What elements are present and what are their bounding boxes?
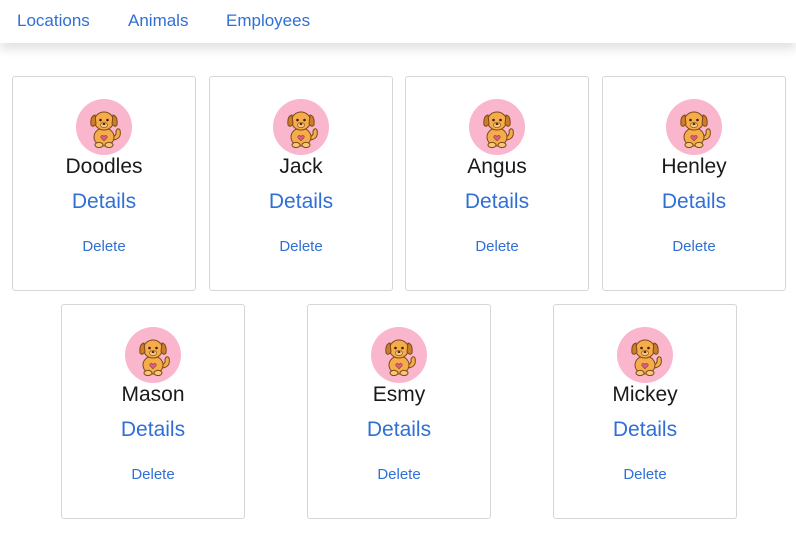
puppy-icon [617, 327, 673, 383]
animal-name: Doodles [65, 155, 143, 178]
details-link[interactable]: Details [13, 190, 195, 214]
nav-link-employees[interactable]: Employees [226, 11, 310, 31]
animal-name: Mickey [612, 383, 678, 406]
puppy-icon [273, 99, 329, 155]
nav-link-animals[interactable]: Animals [128, 11, 188, 31]
nav-link-locations[interactable]: Locations [17, 11, 90, 31]
puppy-icon [125, 327, 181, 383]
details-link[interactable]: Details [308, 418, 490, 442]
animal-card: Esmy Details Delete [307, 304, 491, 519]
animal-name: Jack [279, 155, 323, 178]
puppy-icon [666, 99, 722, 155]
details-link[interactable]: Details [554, 418, 736, 442]
animal-name: Esmy [372, 383, 426, 406]
delete-button[interactable]: Delete [554, 466, 736, 483]
puppy-icon [76, 99, 132, 155]
delete-button[interactable]: Delete [62, 466, 244, 483]
animal-name: Angus [467, 155, 527, 178]
animal-name: Mason [121, 383, 185, 406]
details-link[interactable]: Details [406, 190, 588, 214]
details-link[interactable]: Details [603, 190, 785, 214]
animal-card: Mickey Details Delete [553, 304, 737, 519]
details-link[interactable]: Details [62, 418, 244, 442]
puppy-icon [371, 327, 427, 383]
delete-button[interactable]: Delete [406, 238, 588, 255]
delete-button[interactable]: Delete [308, 466, 490, 483]
animal-card: Mason Details Delete [61, 304, 245, 519]
top-navbar: Locations Animals Employees [0, 0, 796, 43]
delete-button[interactable]: Delete [603, 238, 785, 255]
delete-button[interactable]: Delete [13, 238, 195, 255]
puppy-icon [469, 99, 525, 155]
details-link[interactable]: Details [210, 190, 392, 214]
animal-card: Doodles Details Delete [12, 76, 196, 291]
delete-button[interactable]: Delete [210, 238, 392, 255]
animal-card: Angus Details Delete [405, 76, 589, 291]
animal-card: Henley Details Delete [602, 76, 786, 291]
animal-card: Jack Details Delete [209, 76, 393, 291]
animal-name: Henley [661, 155, 727, 178]
